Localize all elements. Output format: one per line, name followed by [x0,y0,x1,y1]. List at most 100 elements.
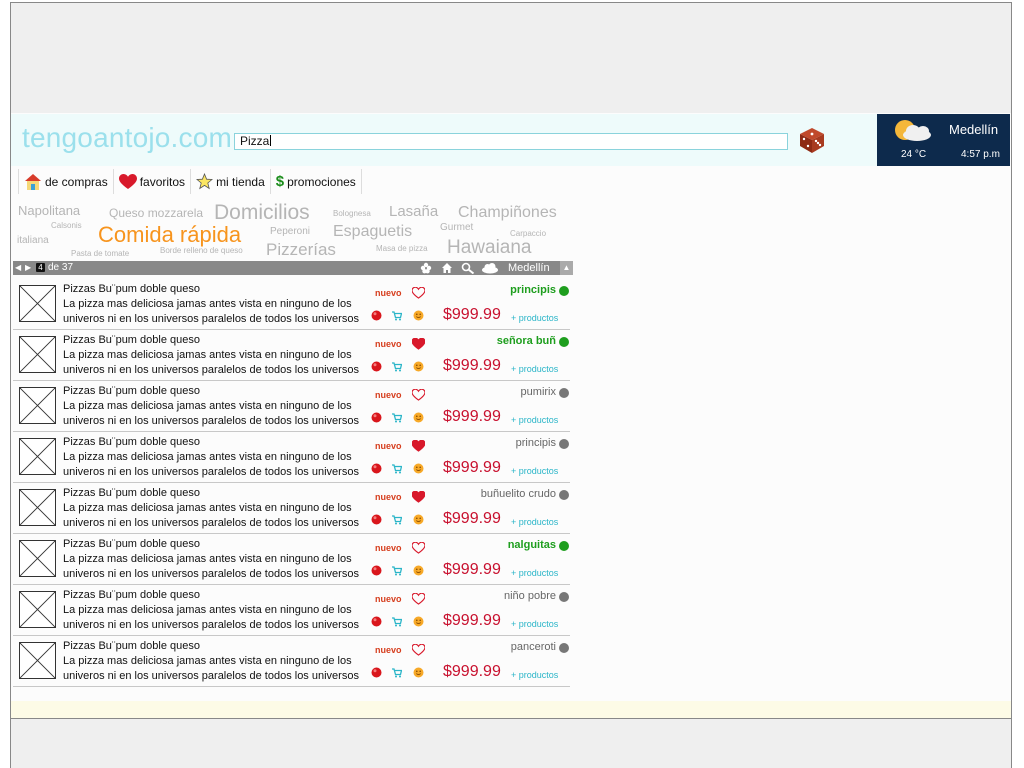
favorite-heart-icon[interactable] [412,389,425,401]
nav-favoritos[interactable]: favoritos [114,169,192,194]
red-dot-icon[interactable] [371,616,382,627]
red-dot-icon[interactable] [371,463,382,474]
cart-icon[interactable] [391,310,402,321]
tag-comida-rapida[interactable]: Comida rápida [98,224,241,246]
more-products-link[interactable]: + productos [511,313,558,323]
cloud-icon[interactable] [481,262,499,274]
next-page-icon[interactable]: ▶ [25,263,31,272]
tag-hawaiana[interactable]: Hawaiana [447,238,532,257]
smiley-icon[interactable] [413,565,424,576]
cart-icon[interactable] [391,667,402,678]
tag-masa-de-pizza[interactable]: Masa de pizza [376,245,428,253]
cart-icon[interactable] [391,514,402,525]
listing-row[interactable]: Pizzas Bu¨pum doble queso La pizza mas de… [13,534,570,585]
tag-domicilios[interactable]: Domicilios [214,202,310,223]
red-dot-icon[interactable] [371,310,382,321]
search-input[interactable]: Pizza [234,133,788,150]
favorite-heart-icon[interactable] [412,644,425,656]
more-products-link[interactable]: + productos [511,364,558,374]
product-image-placeholder[interactable] [19,336,56,373]
nav-de-compras[interactable]: de compras [18,169,114,194]
cart-icon[interactable] [391,463,402,474]
smiley-icon[interactable] [413,616,424,627]
listing-row[interactable]: Pizzas Bu¨pum doble queso La pizza mas de… [13,279,570,330]
site-logo[interactable]: tengoantojo.com [22,122,232,154]
store-name[interactable]: buñuelito crudo [481,488,556,500]
tag-pizzerias[interactable]: Pizzerías [266,241,336,258]
more-products-link[interactable]: + productos [511,517,558,527]
product-title[interactable]: Pizzas Bu¨pum doble queso [63,385,200,397]
smiley-icon[interactable] [413,310,424,321]
product-image-placeholder[interactable] [19,591,56,628]
tag-peperoni[interactable]: Peperoni [270,227,310,237]
smiley-icon[interactable] [413,463,424,474]
listing-row[interactable]: Pizzas Bu¨pum doble queso La pizza mas de… [13,483,570,534]
tag-queso-mozzarela[interactable]: Queso mozzarela [109,207,203,219]
dice-icon[interactable] [798,126,826,154]
more-products-link[interactable]: + productos [511,415,558,425]
product-image-placeholder[interactable] [19,387,56,424]
red-dot-icon[interactable] [371,514,382,525]
more-products-link[interactable]: + productos [511,670,558,680]
smiley-icon[interactable] [413,514,424,525]
product-title[interactable]: Pizzas Bu¨pum doble queso [63,538,200,550]
store-name[interactable]: señora buñ [497,335,556,347]
flower-icon[interactable] [420,262,432,274]
store-name[interactable]: niño pobre [504,590,556,602]
tag-lasana[interactable]: Lasaña [389,204,438,219]
red-dot-icon[interactable] [371,565,382,576]
listing-row[interactable]: Pizzas Bu¨pum doble queso La pizza mas de… [13,636,570,687]
prev-page-icon[interactable]: ◀ [15,263,21,272]
red-dot-icon[interactable] [371,361,382,372]
tag-espaguetis[interactable]: Espaguetis [333,224,412,240]
smiley-icon[interactable] [413,667,424,678]
product-title[interactable]: Pizzas Bu¨pum doble queso [63,487,200,499]
smiley-icon[interactable] [413,412,424,423]
store-name[interactable]: panceroti [511,641,556,653]
tag-bolognesa[interactable]: Bolognesa [333,210,371,218]
tag-calsonis[interactable]: Calsonis [51,222,82,230]
store-name[interactable]: principis [510,284,556,296]
favorite-heart-icon[interactable] [412,593,425,605]
product-image-placeholder[interactable] [19,540,56,577]
product-title[interactable]: Pizzas Bu¨pum doble queso [63,436,200,448]
listing-row[interactable]: Pizzas Bu¨pum doble queso La pizza mas de… [13,330,570,381]
product-image-placeholder[interactable] [19,642,56,679]
favorite-heart-icon[interactable] [412,338,425,350]
tag-champinones[interactable]: Champiñones [458,205,557,221]
product-image-placeholder[interactable] [19,489,56,526]
tag-pasta-de-tomate[interactable]: Pasta de tomate [71,250,129,258]
more-products-link[interactable]: + productos [511,466,558,476]
nav-mi-tienda[interactable]: mi tienda [191,169,271,194]
more-products-link[interactable]: + productos [511,619,558,629]
cart-icon[interactable] [391,616,402,627]
nav-promociones[interactable]: $ promociones [271,169,362,194]
favorite-heart-icon[interactable] [412,287,425,299]
product-image-placeholder[interactable] [19,438,56,475]
store-name[interactable]: nalguitas [508,539,556,551]
toolbar-city[interactable]: Medellín [508,262,550,274]
house-icon[interactable] [441,262,453,274]
listing-row[interactable]: Pizzas Bu¨pum doble queso La pizza mas de… [13,585,570,636]
favorite-heart-icon[interactable] [412,491,425,503]
favorite-heart-icon[interactable] [412,440,425,452]
favorite-heart-icon[interactable] [412,542,425,554]
cart-icon[interactable] [391,361,402,372]
tag-napolitana[interactable]: Napolitana [18,204,80,217]
listing-row[interactable]: Pizzas Bu¨pum doble queso La pizza mas de… [13,381,570,432]
product-title[interactable]: Pizzas Bu¨pum doble queso [63,283,200,295]
scroll-up-icon[interactable]: ▲ [560,261,573,275]
store-name[interactable]: principis [516,437,556,449]
smiley-icon[interactable] [413,361,424,372]
tag-gurmet[interactable]: Gurmet [440,223,473,233]
more-products-link[interactable]: + productos [511,568,558,578]
product-title[interactable]: Pizzas Bu¨pum doble queso [63,589,200,601]
search-icon[interactable] [461,262,475,274]
product-image-placeholder[interactable] [19,285,56,322]
listing-row[interactable]: Pizzas Bu¨pum doble queso La pizza mas de… [13,432,570,483]
tag-borde-relleno[interactable]: Borde relleno de queso [160,247,243,255]
product-title[interactable]: Pizzas Bu¨pum doble queso [63,640,200,652]
tag-italiana[interactable]: italiana [17,236,49,246]
cart-icon[interactable] [391,565,402,576]
cart-icon[interactable] [391,412,402,423]
